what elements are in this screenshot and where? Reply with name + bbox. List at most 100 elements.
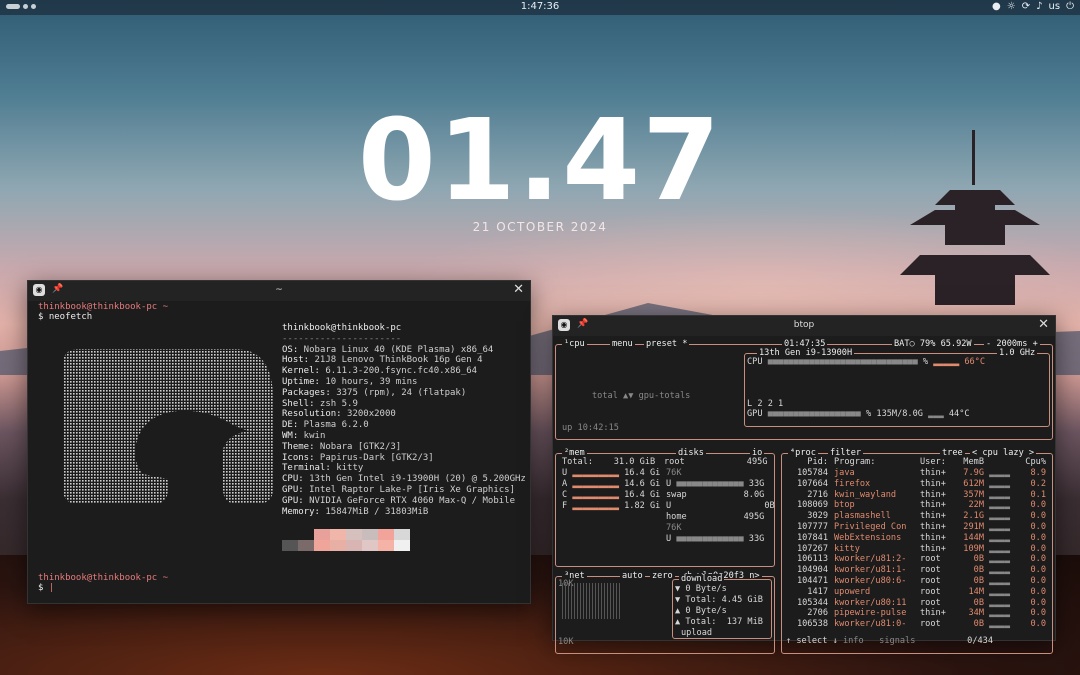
table-row[interactable]: 108069 btop thin+ 22M ▂▂▂▂ 0.0 xyxy=(786,500,1046,511)
net-graph xyxy=(562,583,622,619)
kitty-titlebar[interactable]: ◉ 📌 ~ ✕ xyxy=(28,281,530,301)
preset-button[interactable]: preset * xyxy=(644,339,690,350)
close-icon[interactable]: ✕ xyxy=(1038,317,1049,332)
proc-cpu-graph: ▂▂▂▂ xyxy=(984,468,1010,478)
proc-user: root xyxy=(920,554,941,565)
info-row: Uptime: 10 hours, 39 mins xyxy=(282,376,418,387)
table-row[interactable]: 105344 kworker/u80:11 root 0B ▂▂▂▂ 0.0 xyxy=(786,598,1046,609)
table-row[interactable]: 104471 kworker/u80:6- root 0B ▂▂▂▂ 0.0 xyxy=(786,576,1046,587)
cpu-box-label[interactable]: ¹cpu xyxy=(562,339,587,350)
proc-user: root xyxy=(920,619,941,630)
mem-total: Total: 31.0 GiB xyxy=(562,457,656,467)
input-line[interactable]: $ | xyxy=(38,583,54,594)
mem-cached: C ▂▂▂▂▂▂▂▂▂ 16.4 Gi xyxy=(562,490,661,500)
table-row[interactable]: 105784 java thin+ 7.9G ▂▂▂▂ 8.9 xyxy=(786,468,1046,479)
btop-titlebar[interactable]: ◉ 📌 btop ✕ xyxy=(553,316,1055,336)
proc-pid: 104471 xyxy=(796,576,828,586)
table-row[interactable]: 107841 WebExtensions thin+ 144M ▂▂▂▂ 0.0 xyxy=(786,533,1046,544)
proc-cpu-graph: ▂▂▂▂ xyxy=(984,478,1010,489)
net-zero-toggle[interactable]: zero xyxy=(650,571,675,582)
upload-total: ▲ Total: 137 MiB xyxy=(675,617,763,627)
table-row[interactable]: 107777 Privileged Con thin+ 291M ▂▂▂▂ 0.0 xyxy=(786,522,1046,533)
table-row[interactable]: 106538 kworker/u81:0- root 0B ▂▂▂▂ 0.0 xyxy=(786,619,1046,630)
palette-swatch xyxy=(298,529,314,540)
net-auto-toggle[interactable]: auto xyxy=(620,571,645,582)
btop-content[interactable]: ¹cpu menu preset * 01:47:35 BAT○ 79% 65.… xyxy=(553,336,1055,654)
panel-clock[interactable]: 1:47:36 xyxy=(0,1,1080,12)
info-row: Kernel: 6.11.3-200.fsync.fc40.x86_64 xyxy=(282,366,478,377)
table-row[interactable]: 104904 kworker/u81:1- root 0B ▂▂▂▂ 0.0 xyxy=(786,565,1046,576)
proc-user: thin+ xyxy=(920,532,946,543)
proc-mem: 22M xyxy=(968,500,984,511)
proc-mem: 0B xyxy=(973,619,984,630)
proc-cpu-graph: ▂▂▂▂ xyxy=(984,522,1010,532)
proc-mem: 0B xyxy=(973,554,984,565)
info-row: Packages: 3375 (rpm), 24 (flatpak) xyxy=(282,387,467,398)
btop-window[interactable]: ◉ 📌 btop ✕ ¹cpu menu preset * 01:47:35 B… xyxy=(552,315,1056,654)
proc-cpu: 8.9 xyxy=(1030,468,1046,478)
proc-mem: 7.9G xyxy=(963,468,984,478)
proc-pid: 105784 xyxy=(796,468,828,478)
command-line: $ neofetch xyxy=(38,312,93,322)
proc-pid: 107664 xyxy=(796,478,828,489)
menu-button[interactable]: menu xyxy=(610,339,635,350)
proc-cpu: 0.0 xyxy=(1030,543,1046,554)
table-row[interactable]: 1417 upowerd root 14M ▂▂▂▂ 0.0 xyxy=(786,587,1046,598)
proc-cpu: 0.0 xyxy=(1030,619,1046,630)
table-row[interactable]: 107267 kitty thin+ 109M ▂▂▂▂ 0.0 xyxy=(786,544,1046,555)
proc-mem: 612M xyxy=(963,478,984,489)
proc-mem: 2.1G xyxy=(963,511,984,522)
proc-mem: 14M xyxy=(968,586,984,597)
info-row: DE: Plasma 6.2.0 xyxy=(282,420,369,431)
info-row: Icons: Papirus-Dark [GTK2/3] xyxy=(282,452,434,463)
battery-status: BAT○ 79% 65.92W xyxy=(892,339,974,350)
mute-icon[interactable]: ♪ xyxy=(1036,1,1042,12)
power-icon[interactable]: ⏻ xyxy=(1066,1,1074,12)
proc-user: thin+ xyxy=(920,500,946,511)
top-panel: 1:47:36 ● ☼ ⟳ ♪ us ⏻ xyxy=(0,0,1080,15)
update-icon[interactable]: ⟳ xyxy=(1022,1,1030,12)
proc-cpu: 0.0 xyxy=(1030,576,1046,586)
kitty-terminal-window[interactable]: ◉ 📌 ~ ✕ thinkbook@thinkbook-pc ~ $ neofe… xyxy=(27,280,531,604)
proc-pid: 107841 xyxy=(796,532,828,543)
proc-cpu-graph: ▂▂▂▂ xyxy=(984,532,1010,543)
terminal-content[interactable]: thinkbook@thinkbook-pc ~ $ neofetch thin… xyxy=(28,301,530,603)
proc-cpu: 0.0 xyxy=(1030,522,1046,532)
proc-pid: 105344 xyxy=(796,597,828,608)
proc-cpu-graph: ▂▂▂▂ xyxy=(984,511,1010,522)
net-box: ³net auto zero <b wlp0s20f3 n> 10K 10K d… xyxy=(555,571,775,654)
system-tray: ● ☼ ⟳ ♪ us ⏻ xyxy=(992,1,1074,12)
neofetch-header: thinkbook@thinkbook-pc xyxy=(282,323,402,333)
proc-prog: pipewire-pulse xyxy=(834,608,907,619)
proc-pid: 108069 xyxy=(796,500,828,511)
keyboard-layout[interactable]: us xyxy=(1049,1,1061,12)
table-row[interactable]: 107664 firefox thin+ 612M ▂▂▂▂ 0.2 xyxy=(786,479,1046,490)
mem-free: F ▂▂▂▂▂▂▂▂▂ 1.82 Gi xyxy=(562,501,661,511)
info-row: Resolution: 3200x2000 xyxy=(282,409,396,420)
select-control[interactable]: ↑ select ↓ xyxy=(786,636,838,647)
proc-user: thin+ xyxy=(920,489,946,500)
close-icon[interactable]: ✕ xyxy=(513,282,524,297)
proc-pid: 107777 xyxy=(796,522,828,532)
info-row: Host: 21J8 Lenovo ThinkBook 16p Gen 4 xyxy=(282,355,483,366)
disk-home-used: U ■■■■■■■■■■■■■ 33G xyxy=(666,534,765,544)
uptime: up 10:42:15 xyxy=(562,423,619,433)
process-count: 0/434 xyxy=(967,636,994,646)
proc-pid: 104904 xyxy=(796,565,828,576)
palette-swatch xyxy=(362,529,378,540)
signals-button[interactable]: signals xyxy=(879,636,915,647)
proc-cpu: 0.1 xyxy=(1030,489,1046,500)
table-row[interactable]: 106113 kworker/u81:2- root 0B ▂▂▂▂ 0.0 xyxy=(786,554,1046,565)
table-row[interactable]: 3029 plasmashell thin+ 2.1G ▂▂▂▂ 0.0 xyxy=(786,511,1046,522)
table-row[interactable]: 2716 kwin_wayland thin+ 357M ▂▂▂▂ 0.1 xyxy=(786,490,1046,501)
network-icon[interactable]: ● xyxy=(992,1,1001,12)
text-cursor: | xyxy=(48,583,55,593)
proc-mem: 34M xyxy=(968,608,984,619)
table-row[interactable]: 2706 pipewire-pulse thin+ 34M ▂▂▂▂ 0.0 xyxy=(786,608,1046,619)
brightness-icon[interactable]: ☼ xyxy=(1007,1,1016,12)
palette-swatch xyxy=(378,540,394,551)
cpu-graph-toggle[interactable]: total ▲▼ gpu-totals xyxy=(592,391,690,402)
info-button[interactable]: info xyxy=(843,636,864,647)
proc-cpu: 0.0 xyxy=(1030,597,1046,608)
proc-user: thin+ xyxy=(920,543,946,554)
